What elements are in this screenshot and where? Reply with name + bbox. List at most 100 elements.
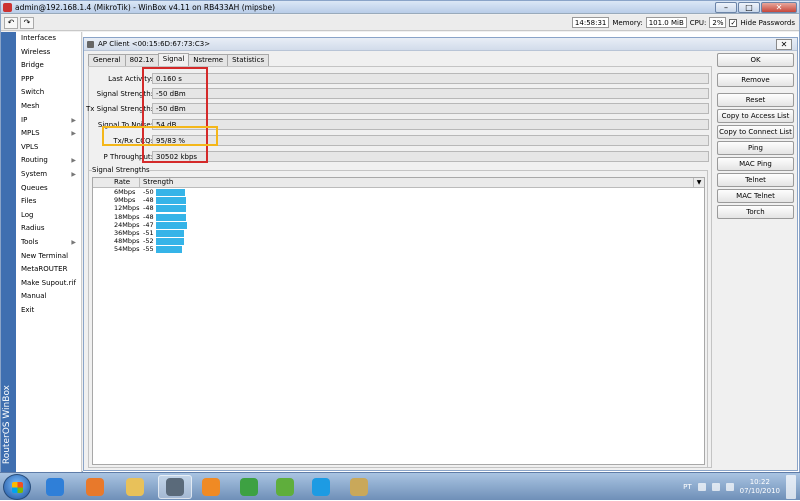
network-icon[interactable] xyxy=(711,483,720,491)
sidebar-item-exit[interactable]: Exit xyxy=(16,304,81,318)
red-highlight-box xyxy=(142,67,208,163)
strength-value: -50 xyxy=(143,188,154,196)
tab-statistics[interactable]: Statistics xyxy=(227,54,270,66)
firefox-icon xyxy=(86,478,104,496)
dialog-title: AP Client <00:15:6D:67:73:C3> xyxy=(98,40,211,48)
sidebar-item-vpls[interactable]: VPLS xyxy=(16,141,81,155)
sidebar-item-label: Radius xyxy=(21,224,45,233)
sidebar-item-switch[interactable]: Switch xyxy=(16,86,81,100)
sidebar-item-wireless[interactable]: Wireless xyxy=(16,46,81,60)
tab-signal[interactable]: Signal xyxy=(157,53,190,66)
strength-bar xyxy=(156,197,187,205)
utorrent-icon xyxy=(276,478,294,496)
taskbar-app[interactable] xyxy=(232,475,266,499)
sidebar-item-make-supout-rif[interactable]: Make Supout.rif xyxy=(16,277,81,291)
rate-cell: 54Mbps xyxy=(114,245,140,254)
sidebar-item-system[interactable]: System ▶ xyxy=(16,168,81,182)
taskbar-app[interactable] xyxy=(118,475,152,499)
copy-to-connect-list-button[interactable]: Copy to Connect List xyxy=(717,125,794,139)
tab-general[interactable]: General xyxy=(88,54,126,66)
language-indicator[interactable]: PT xyxy=(683,483,692,491)
taskbar-app[interactable] xyxy=(158,475,192,499)
taskbar-app[interactable] xyxy=(38,475,72,499)
sidebar-item-queues[interactable]: Queues xyxy=(16,182,81,196)
taskbar-app[interactable] xyxy=(268,475,302,499)
rate-cell: 48Mbps xyxy=(114,237,140,246)
field-value[interactable]: 95/83 % xyxy=(152,135,709,146)
sidebar-item-mpls[interactable]: MPLS ▶ xyxy=(16,127,81,141)
sidebar-item-label: MPLS xyxy=(21,129,40,138)
sidebar-item-label: VPLS xyxy=(21,142,39,151)
internet-explorer-icon xyxy=(46,478,64,496)
sidebar-item-metarouter[interactable]: MetaROUTER xyxy=(16,263,81,277)
sidebar-item-log[interactable]: Log xyxy=(16,209,81,223)
torch-button[interactable]: Torch xyxy=(717,205,794,219)
table-row[interactable]: 24Mbps -47 xyxy=(93,220,704,230)
table-row[interactable]: 18Mbps -48 xyxy=(93,212,704,222)
table-row[interactable]: 6Mbps -50 xyxy=(93,188,704,197)
hide-passwords-checkbox[interactable]: ✓ xyxy=(729,18,738,27)
column-rate[interactable]: Rate xyxy=(111,178,140,188)
field-value[interactable]: 30502 kbps xyxy=(152,151,709,162)
show-desktop-button[interactable] xyxy=(786,475,796,499)
yellow-highlight-box xyxy=(102,126,218,146)
undo-icon[interactable]: ↶ xyxy=(4,17,18,29)
tray-arrow-icon[interactable] xyxy=(697,483,706,491)
table-row[interactable]: 12Mbps -48 xyxy=(93,204,704,213)
ping-button[interactable]: Ping xyxy=(717,141,794,155)
taskbar-app[interactable] xyxy=(304,475,338,499)
volume-icon[interactable] xyxy=(725,483,734,491)
sidebar-item-files[interactable]: Files xyxy=(16,195,81,209)
sidebar-item-radius[interactable]: Radius xyxy=(16,222,81,236)
copy-to-access-list-button[interactable]: Copy to Access List xyxy=(717,109,794,123)
sidebar-item-label: New Terminal xyxy=(21,251,69,260)
strength-value: -48 xyxy=(143,212,154,221)
dialog-close-button[interactable]: ✕ xyxy=(776,39,792,50)
telnet-button[interactable]: Telnet xyxy=(717,173,794,187)
sidebar-item-mesh[interactable]: Mesh xyxy=(16,100,81,114)
sidebar-item-routing[interactable]: Routing ▶ xyxy=(16,154,81,168)
remove-button[interactable]: Remove xyxy=(717,73,794,87)
tab-nstreme[interactable]: Nstreme xyxy=(188,54,229,66)
sidebar-item-tools[interactable]: Tools ▶ xyxy=(16,236,81,250)
sidebar-item-ip[interactable]: IP ▶ xyxy=(16,114,81,128)
dialog-tabs: General 802.1x Signal Nstreme Statistics xyxy=(88,53,270,66)
taskbar-app[interactable] xyxy=(342,475,376,499)
mac-telnet-button[interactable]: MAC Telnet xyxy=(717,189,794,203)
sidebar-item-manual[interactable]: Manual xyxy=(16,290,81,304)
dialog-titlebar: AP Client <00:15:6D:67:73:C3> ✕ xyxy=(84,38,797,51)
column-strength[interactable]: Strength xyxy=(140,178,693,188)
field-value[interactable]: -50 dBm xyxy=(152,88,709,99)
signal-strengths-title: Signal Strengths xyxy=(92,166,150,174)
strength-value: -47 xyxy=(143,220,154,229)
table-row[interactable]: 9Mbps -48 xyxy=(93,196,704,205)
redo-icon[interactable]: ↷ xyxy=(20,17,34,29)
reset-button[interactable]: Reset xyxy=(717,93,794,107)
minimize-button[interactable]: – xyxy=(715,2,737,13)
tab-8021x[interactable]: 802.1x xyxy=(124,54,159,66)
strength-bar xyxy=(156,230,185,237)
table-row[interactable]: 54Mbps -55 xyxy=(93,245,704,254)
close-button[interactable]: ✕ xyxy=(761,2,797,13)
field-value[interactable]: -50 dBm xyxy=(152,103,709,114)
table-row[interactable]: 48Mbps -52 xyxy=(93,237,704,246)
sidebar-item-bridge[interactable]: Bridge xyxy=(16,59,81,73)
sidebar-item-interfaces[interactable]: Interfaces xyxy=(16,32,81,46)
ok-button[interactable]: OK xyxy=(717,53,794,67)
field-value[interactable]: 54 dB xyxy=(152,119,709,130)
column-menu-icon[interactable]: ▼ xyxy=(693,178,704,188)
taskbar-app[interactable] xyxy=(194,475,228,499)
start-button[interactable] xyxy=(3,474,31,500)
sidebar-item-ppp[interactable]: PPP xyxy=(16,73,81,87)
strength-bar xyxy=(156,189,185,196)
sidebar-item-label: Interfaces xyxy=(21,34,56,42)
field-value[interactable]: 0.160 s xyxy=(152,73,709,84)
taskbar-clock[interactable]: 10:22 07/10/2010 xyxy=(740,478,780,496)
strength-bar xyxy=(156,238,184,246)
maximize-button[interactable]: □ xyxy=(738,2,760,13)
windows-taskbar: PT 10:22 07/10/2010 xyxy=(0,472,800,500)
mac-ping-button[interactable]: MAC Ping xyxy=(717,157,794,171)
taskbar-app[interactable] xyxy=(78,475,112,499)
table-row[interactable]: 36Mbps -51 xyxy=(93,229,704,238)
sidebar-item-new-terminal[interactable]: New Terminal xyxy=(16,250,81,264)
